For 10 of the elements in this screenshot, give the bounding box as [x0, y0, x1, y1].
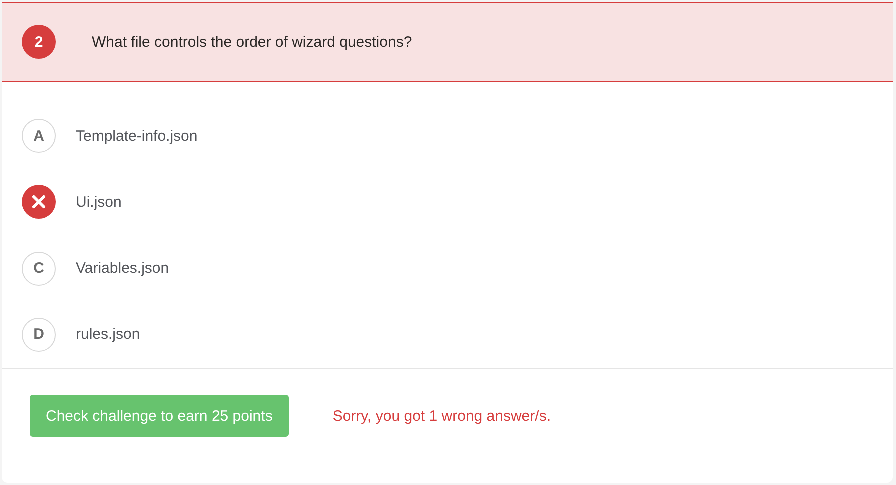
- option-label[interactable]: Variables.json: [76, 260, 170, 278]
- option-letter[interactable]: A: [22, 119, 56, 154]
- option-label[interactable]: Template-info.json: [76, 128, 198, 145]
- result-message: Sorry, you got 1 wrong answer/s.: [332, 408, 551, 424]
- option-letter[interactable]: C: [22, 252, 56, 286]
- option-label[interactable]: Ui.json: [76, 194, 122, 211]
- option-label[interactable]: rules.json: [76, 326, 140, 344]
- question-text: What file controls the order of wizard questions?: [92, 34, 412, 50]
- option-letter[interactable]: D: [22, 318, 56, 352]
- question-number: 2: [22, 25, 56, 59]
